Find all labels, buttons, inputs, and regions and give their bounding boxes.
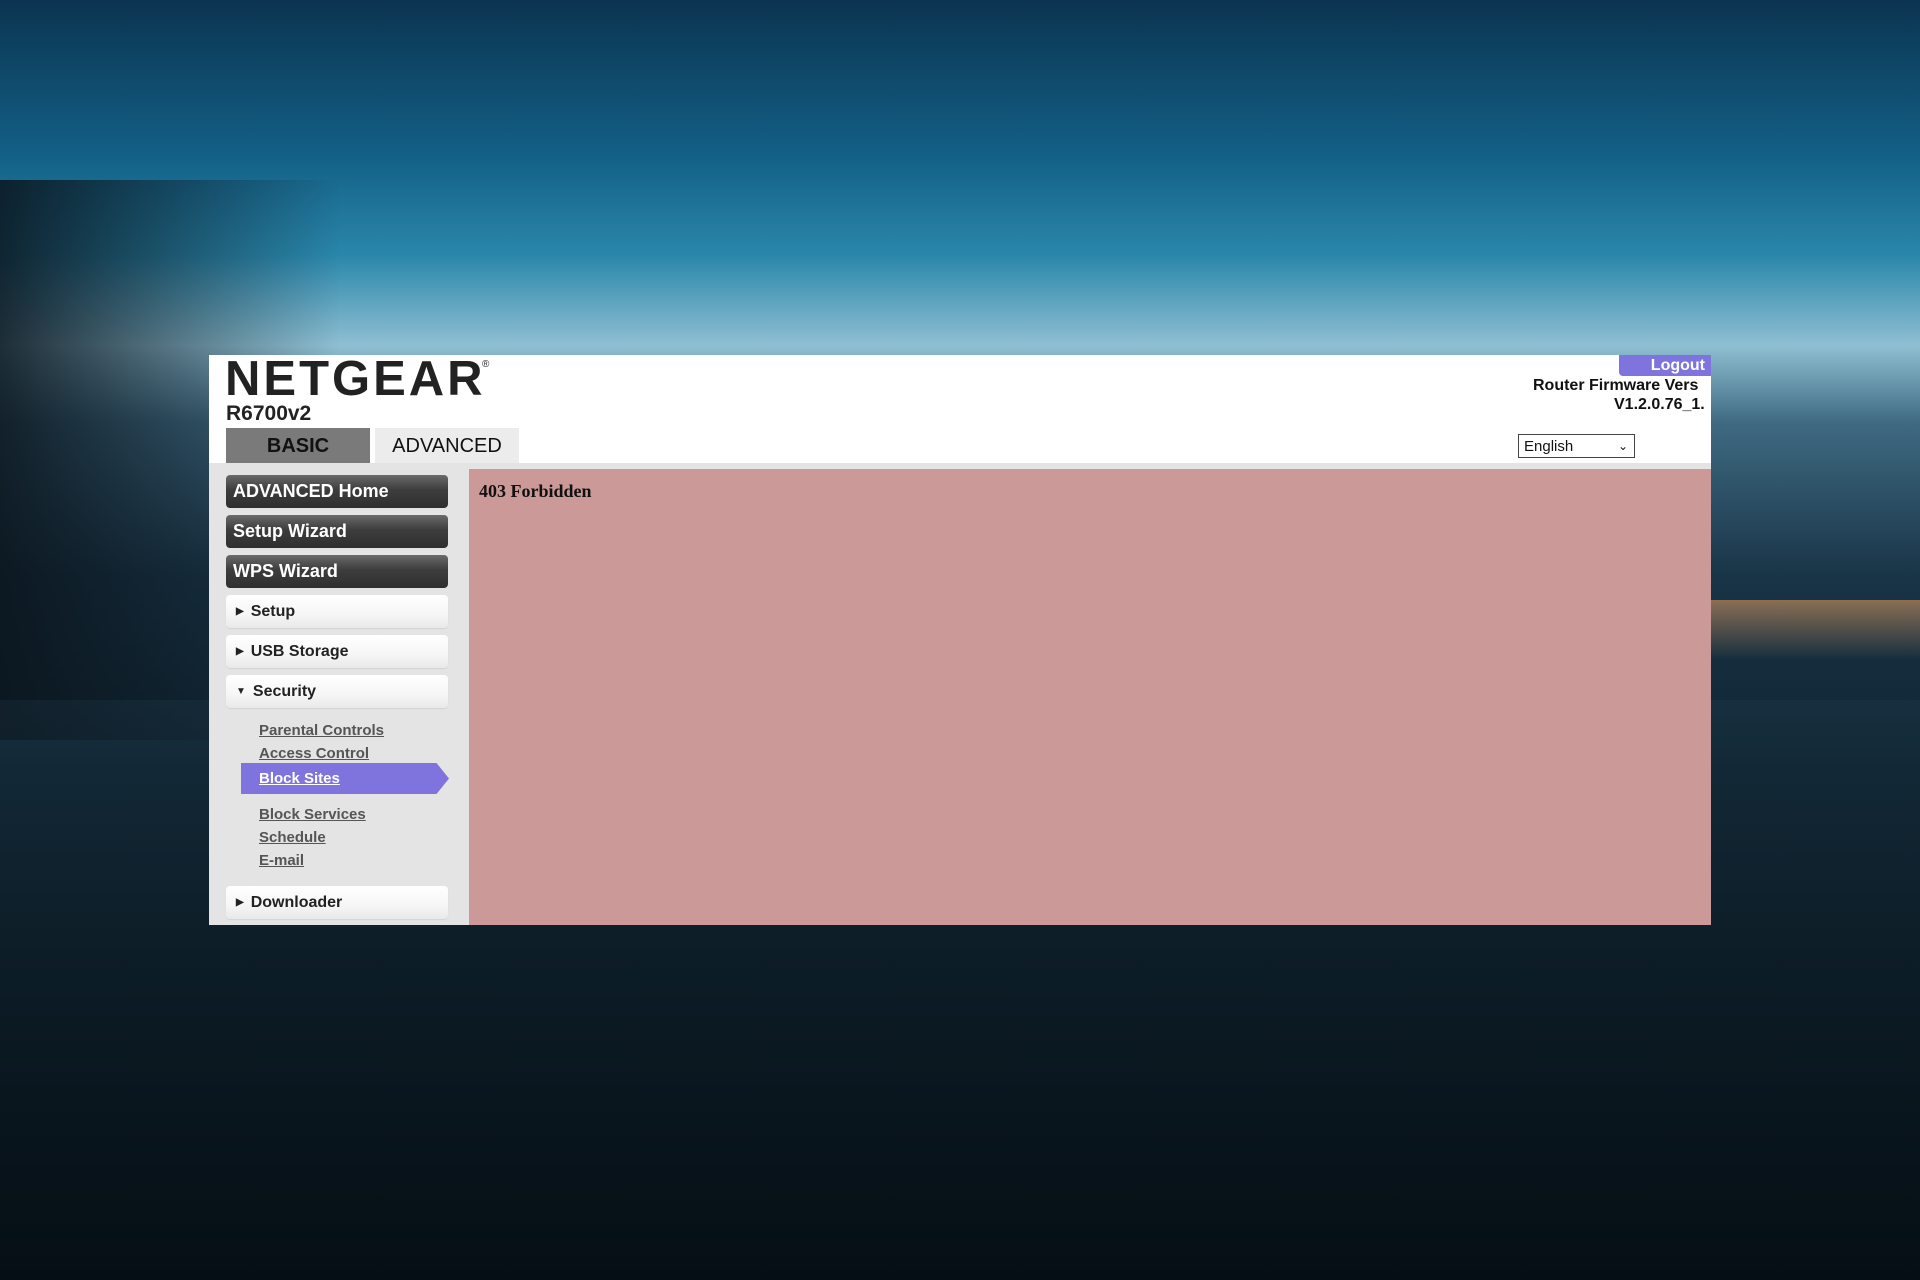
sidebar-item-usb-storage[interactable]: ▶ USB Storage: [226, 635, 448, 668]
logout-button[interactable]: Logout: [1619, 355, 1711, 376]
sidebar-item-setup[interactable]: ▶ Setup: [226, 595, 448, 628]
language-select[interactable]: English ⌄: [1518, 434, 1635, 458]
sidebar-item-label: USB Storage: [250, 642, 349, 660]
wps-wizard-button[interactable]: WPS Wizard: [226, 555, 448, 588]
content-panel: 403 Forbidden: [469, 469, 1711, 925]
error-message: 403 Forbidden: [479, 481, 592, 501]
submenu-parental-controls[interactable]: Parental Controls: [259, 722, 384, 739]
caret-right-icon: ▶: [236, 897, 244, 908]
firmware-version-value: V1.2.0.76_1.: [1614, 396, 1705, 413]
sidebar-item-label: Security: [252, 682, 317, 700]
submenu-block-sites[interactable]: Block Sites: [241, 763, 449, 794]
submenu-block-services[interactable]: Block Services: [259, 806, 366, 823]
router-admin-window: NETGEAR ® R6700v2 BASIC ADVANCED Logout …: [209, 355, 1711, 925]
advanced-home-button[interactable]: ADVANCED Home: [226, 475, 448, 508]
submenu-block-sites-label: Block Sites: [259, 770, 340, 787]
sidebar: ADVANCED Home Setup Wizard WPS Wizard ▶ …: [209, 469, 469, 925]
submenu-email[interactable]: E-mail: [259, 852, 304, 869]
wallpaper-horizon: [1700, 600, 1920, 660]
model-name: R6700v2: [226, 402, 312, 425]
header: NETGEAR ® R6700v2 BASIC ADVANCED Logout …: [209, 355, 1711, 464]
language-selected-value: English: [1524, 437, 1574, 455]
registered-mark: ®: [482, 359, 490, 370]
caret-right-icon: ▶: [236, 606, 244, 617]
setup-wizard-button[interactable]: Setup Wizard: [226, 515, 448, 548]
caret-down-icon: ▼: [236, 686, 246, 697]
chevron-down-icon: ⌄: [1617, 439, 1628, 453]
sidebar-item-label: Setup: [250, 602, 296, 620]
sidebar-item-security[interactable]: ▼ Security: [226, 675, 448, 708]
submenu-schedule[interactable]: Schedule: [259, 829, 326, 846]
netgear-logo: NETGEAR: [225, 355, 486, 406]
tab-basic[interactable]: BASIC: [226, 428, 370, 464]
sidebar-item-downloader[interactable]: ▶ Downloader: [226, 886, 448, 919]
tab-advanced[interactable]: ADVANCED: [375, 428, 519, 464]
submenu-access-control[interactable]: Access Control: [259, 745, 369, 762]
sidebar-item-label: Downloader: [250, 893, 343, 911]
caret-right-icon: ▶: [236, 646, 244, 657]
firmware-version-label: Router Firmware Vers: [1533, 377, 1699, 394]
